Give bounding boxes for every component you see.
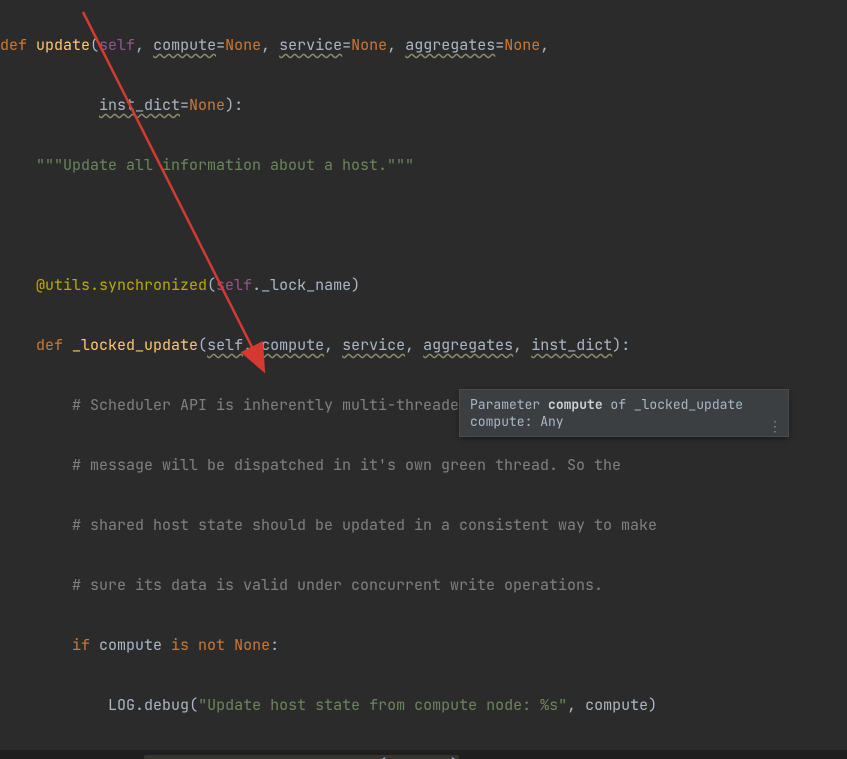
comment: # shared host state should be updated in…: [72, 515, 657, 535]
code-line: if compute is not None:: [0, 630, 847, 660]
comma: ,: [324, 335, 342, 355]
equals: =: [342, 35, 351, 55]
keyword-if: if: [72, 635, 99, 655]
param-inst-dict: inst_dict: [531, 335, 612, 355]
param-compute: compute: [153, 35, 216, 55]
decorator: @utils.synchronized: [36, 275, 207, 295]
comma: ,: [567, 695, 585, 715]
comma: ,: [513, 335, 531, 355]
comma: ,: [387, 35, 405, 55]
close-signature: ):: [225, 95, 243, 115]
none-literal: None: [225, 35, 261, 55]
close-signature: ):: [612, 335, 630, 355]
code-line: @utils.synchronized(self._lock_name): [0, 270, 847, 300]
current-line: self._update_from_compute_node(compute): [0, 750, 847, 759]
paren: ): [648, 695, 657, 715]
code-line: """Update all information about a host."…: [0, 150, 847, 180]
param-service: service: [342, 335, 405, 355]
paren: (: [189, 695, 198, 715]
attr: ._lock_name: [252, 275, 351, 295]
comment: # message will be dispatched in it's own…: [72, 455, 621, 475]
code-line: def _locked_update(self, compute, servic…: [0, 330, 847, 360]
param-compute: compute: [261, 335, 324, 355]
code-line: inst_dict=None):: [0, 90, 847, 120]
log-obj: LOG: [108, 695, 135, 715]
none-literal: None: [189, 95, 225, 115]
paren: ): [351, 275, 360, 295]
paren: (: [198, 335, 207, 355]
param-self: self: [99, 35, 135, 55]
self: self: [216, 275, 252, 295]
string: "Update host state from compute node: %s…: [198, 695, 567, 715]
code-line: # message will be dispatched in it's own…: [0, 450, 847, 480]
paren: (: [207, 275, 216, 295]
tooltip-line2: compute: Any: [470, 413, 564, 430]
comma: ,: [261, 35, 279, 55]
keyword-def: def: [36, 335, 72, 355]
identifier: compute: [387, 755, 450, 759]
log-method: debug: [144, 695, 189, 715]
equals: =: [216, 35, 225, 55]
code-editor[interactable]: def update(self, compute=None, service=N…: [0, 0, 847, 759]
identifier: compute: [99, 635, 162, 655]
tooltip-line1: Parameter compute of _locked_update: [470, 396, 743, 413]
none-literal: None: [351, 35, 387, 55]
quick-doc-tooltip[interactable]: Parameter compute of _locked_update comp…: [459, 389, 789, 437]
code-line: # sure its data is valid under concurren…: [0, 570, 847, 600]
colon: :: [270, 635, 279, 655]
comma: ,: [135, 35, 153, 55]
dot: .: [135, 695, 144, 715]
self: self: [108, 755, 144, 759]
comma: ,: [405, 335, 423, 355]
code-line: LOG.debug("Update host state from comput…: [0, 690, 847, 720]
comment: # sure its data is valid under concurren…: [72, 575, 603, 595]
keyword-isnot: is not: [162, 635, 234, 655]
param-aggregates: aggregates: [405, 35, 495, 55]
call: ._update_from_compute_node(: [144, 755, 387, 759]
equals: =: [180, 95, 189, 115]
comma: ,: [243, 335, 261, 355]
none-literal: None: [504, 35, 540, 55]
function-name: _locked_update: [72, 335, 198, 355]
param-service: service: [279, 35, 342, 55]
equals: =: [495, 35, 504, 55]
code-line: def update(self, compute=None, service=N…: [0, 30, 847, 60]
function-name: update: [36, 35, 90, 55]
param-self: self: [207, 335, 243, 355]
param-inst-dict: inst_dict: [99, 95, 180, 115]
param-aggregates: aggregates: [423, 335, 513, 355]
paren: ): [450, 755, 459, 759]
comma: ,: [540, 35, 549, 55]
paren: (: [90, 35, 99, 55]
keyword-def: def: [0, 35, 36, 55]
code-line: # shared host state should be updated in…: [0, 510, 847, 540]
identifier: compute: [585, 695, 648, 715]
docstring: """Update all information about a host."…: [36, 155, 414, 175]
more-actions-icon[interactable]: ⋮: [768, 420, 782, 434]
code-line: [0, 210, 847, 240]
none-literal: None: [234, 635, 270, 655]
